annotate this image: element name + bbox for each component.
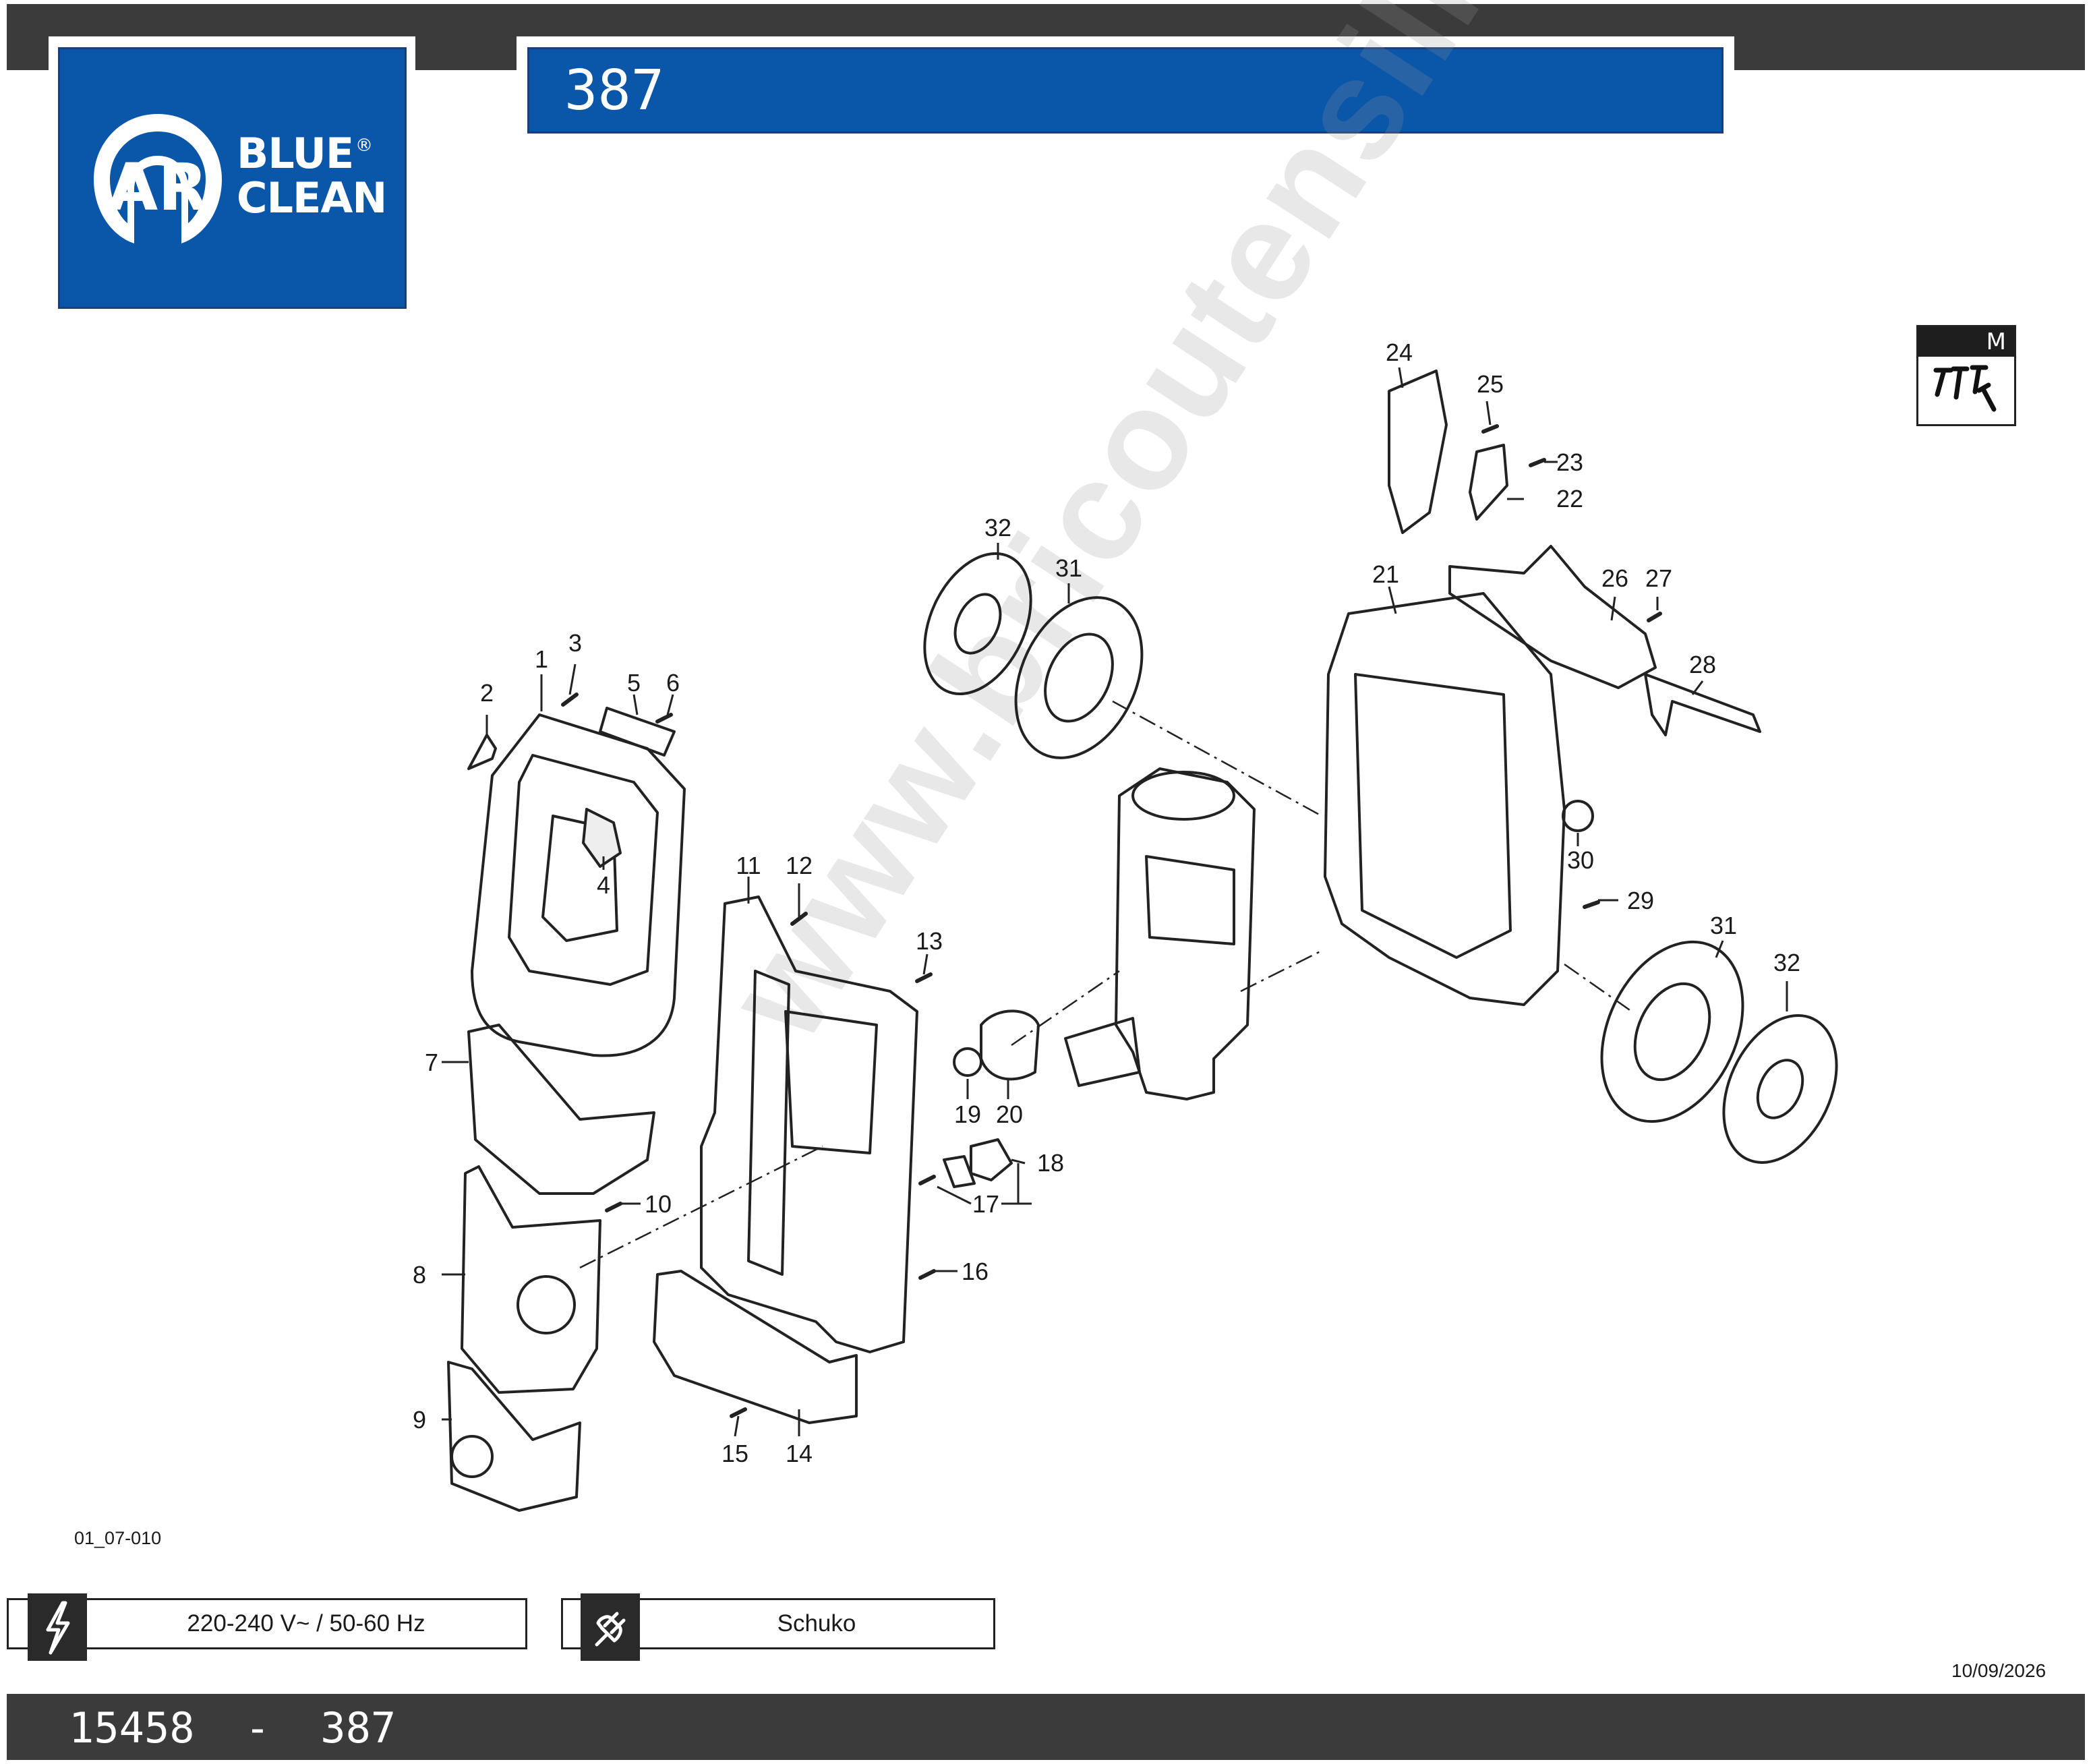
- callout-27: 27: [1645, 564, 1672, 592]
- callout-31-right: 31: [1710, 912, 1737, 939]
- part-28-strap: [1644, 673, 1761, 736]
- callout-12: 12: [786, 852, 813, 879]
- part-11-rear-frame: [700, 895, 918, 1353]
- part-20-valve: [980, 1009, 1040, 1081]
- power-spec-box: 220-240 V~ / 50-60 Hz: [7, 1593, 527, 1661]
- callout-23: 23: [1556, 448, 1583, 476]
- part-31-wheel-right: [1600, 940, 1744, 1123]
- part-31-wheel-left: [1014, 596, 1144, 759]
- callout-3: 3: [568, 629, 582, 657]
- callout-21: 21: [1372, 560, 1399, 588]
- callout-32-right: 32: [1773, 949, 1800, 976]
- callout-28: 28: [1689, 651, 1716, 678]
- callout-8: 8: [413, 1261, 426, 1289]
- leader-lines: [442, 367, 1788, 1437]
- part-18-switch: [970, 1138, 1013, 1181]
- callout-22: 22: [1556, 485, 1583, 512]
- part-32-wheel-cap-left: [923, 552, 1032, 695]
- callout-31-left: 31: [1055, 554, 1082, 582]
- callout-13: 13: [916, 927, 943, 955]
- part-5-plate: [599, 707, 676, 757]
- footer-code: 15458 - 387: [69, 1703, 396, 1753]
- callout-24: 24: [1386, 339, 1413, 366]
- part-14-base: [653, 1270, 858, 1424]
- plug-spec-box: Schuko: [561, 1593, 995, 1661]
- callout-20: 20: [996, 1100, 1023, 1128]
- callout-1: 1: [535, 645, 548, 673]
- callout-9: 9: [413, 1406, 426, 1434]
- part-21-main-housing: [1324, 592, 1566, 1006]
- callout-19: 19: [954, 1100, 981, 1128]
- callout-7: 7: [425, 1049, 438, 1076]
- part-2-clip: [467, 734, 497, 770]
- assembly-lines: [579, 700, 1632, 1269]
- callout-6: 6: [666, 669, 680, 697]
- callout-30: 30: [1567, 846, 1594, 874]
- document-date: 10/09/2026: [1951, 1660, 2046, 1681]
- screws: [561, 424, 1662, 1418]
- callout-18: 18: [1037, 1149, 1064, 1177]
- callout-32-left: 32: [984, 514, 1011, 541]
- callout-11: 11: [736, 852, 761, 879]
- part-22-clip: [1469, 444, 1508, 521]
- power-spec-text: 220-240 V~ / 50-60 Hz: [187, 1610, 425, 1637]
- callout-16: 16: [962, 1258, 989, 1285]
- drawing-code: 01_07-010: [74, 1528, 162, 1548]
- part-30-disc: [1562, 800, 1594, 832]
- part-19-ring: [953, 1047, 982, 1077]
- callout-10: 10: [645, 1190, 672, 1218]
- callout-4: 4: [597, 871, 610, 899]
- bottom-bar: 15458 - 387: [7, 1694, 2085, 1760]
- callout-17: 17: [972, 1190, 999, 1218]
- callout-2: 2: [480, 679, 494, 707]
- part-24-handle: [1388, 370, 1448, 534]
- plug-spec-text: Schuko: [777, 1610, 856, 1637]
- callout-15: 15: [721, 1440, 748, 1467]
- plug-icon: [581, 1593, 640, 1661]
- callout-5: 5: [627, 669, 641, 697]
- part-4-knob: [582, 808, 622, 868]
- callout-25: 25: [1477, 370, 1504, 398]
- callout-14: 14: [786, 1440, 813, 1467]
- exploded-parts-diagram: 1 2 3 4 5 6 7 8 9 10 11 12 13 14 15 16 1…: [413, 339, 1838, 1512]
- callout-29: 29: [1627, 887, 1654, 914]
- callout-26: 26: [1601, 564, 1628, 592]
- lightning-icon: [28, 1593, 87, 1661]
- part-32-wheel-cap-right: [1722, 1014, 1838, 1164]
